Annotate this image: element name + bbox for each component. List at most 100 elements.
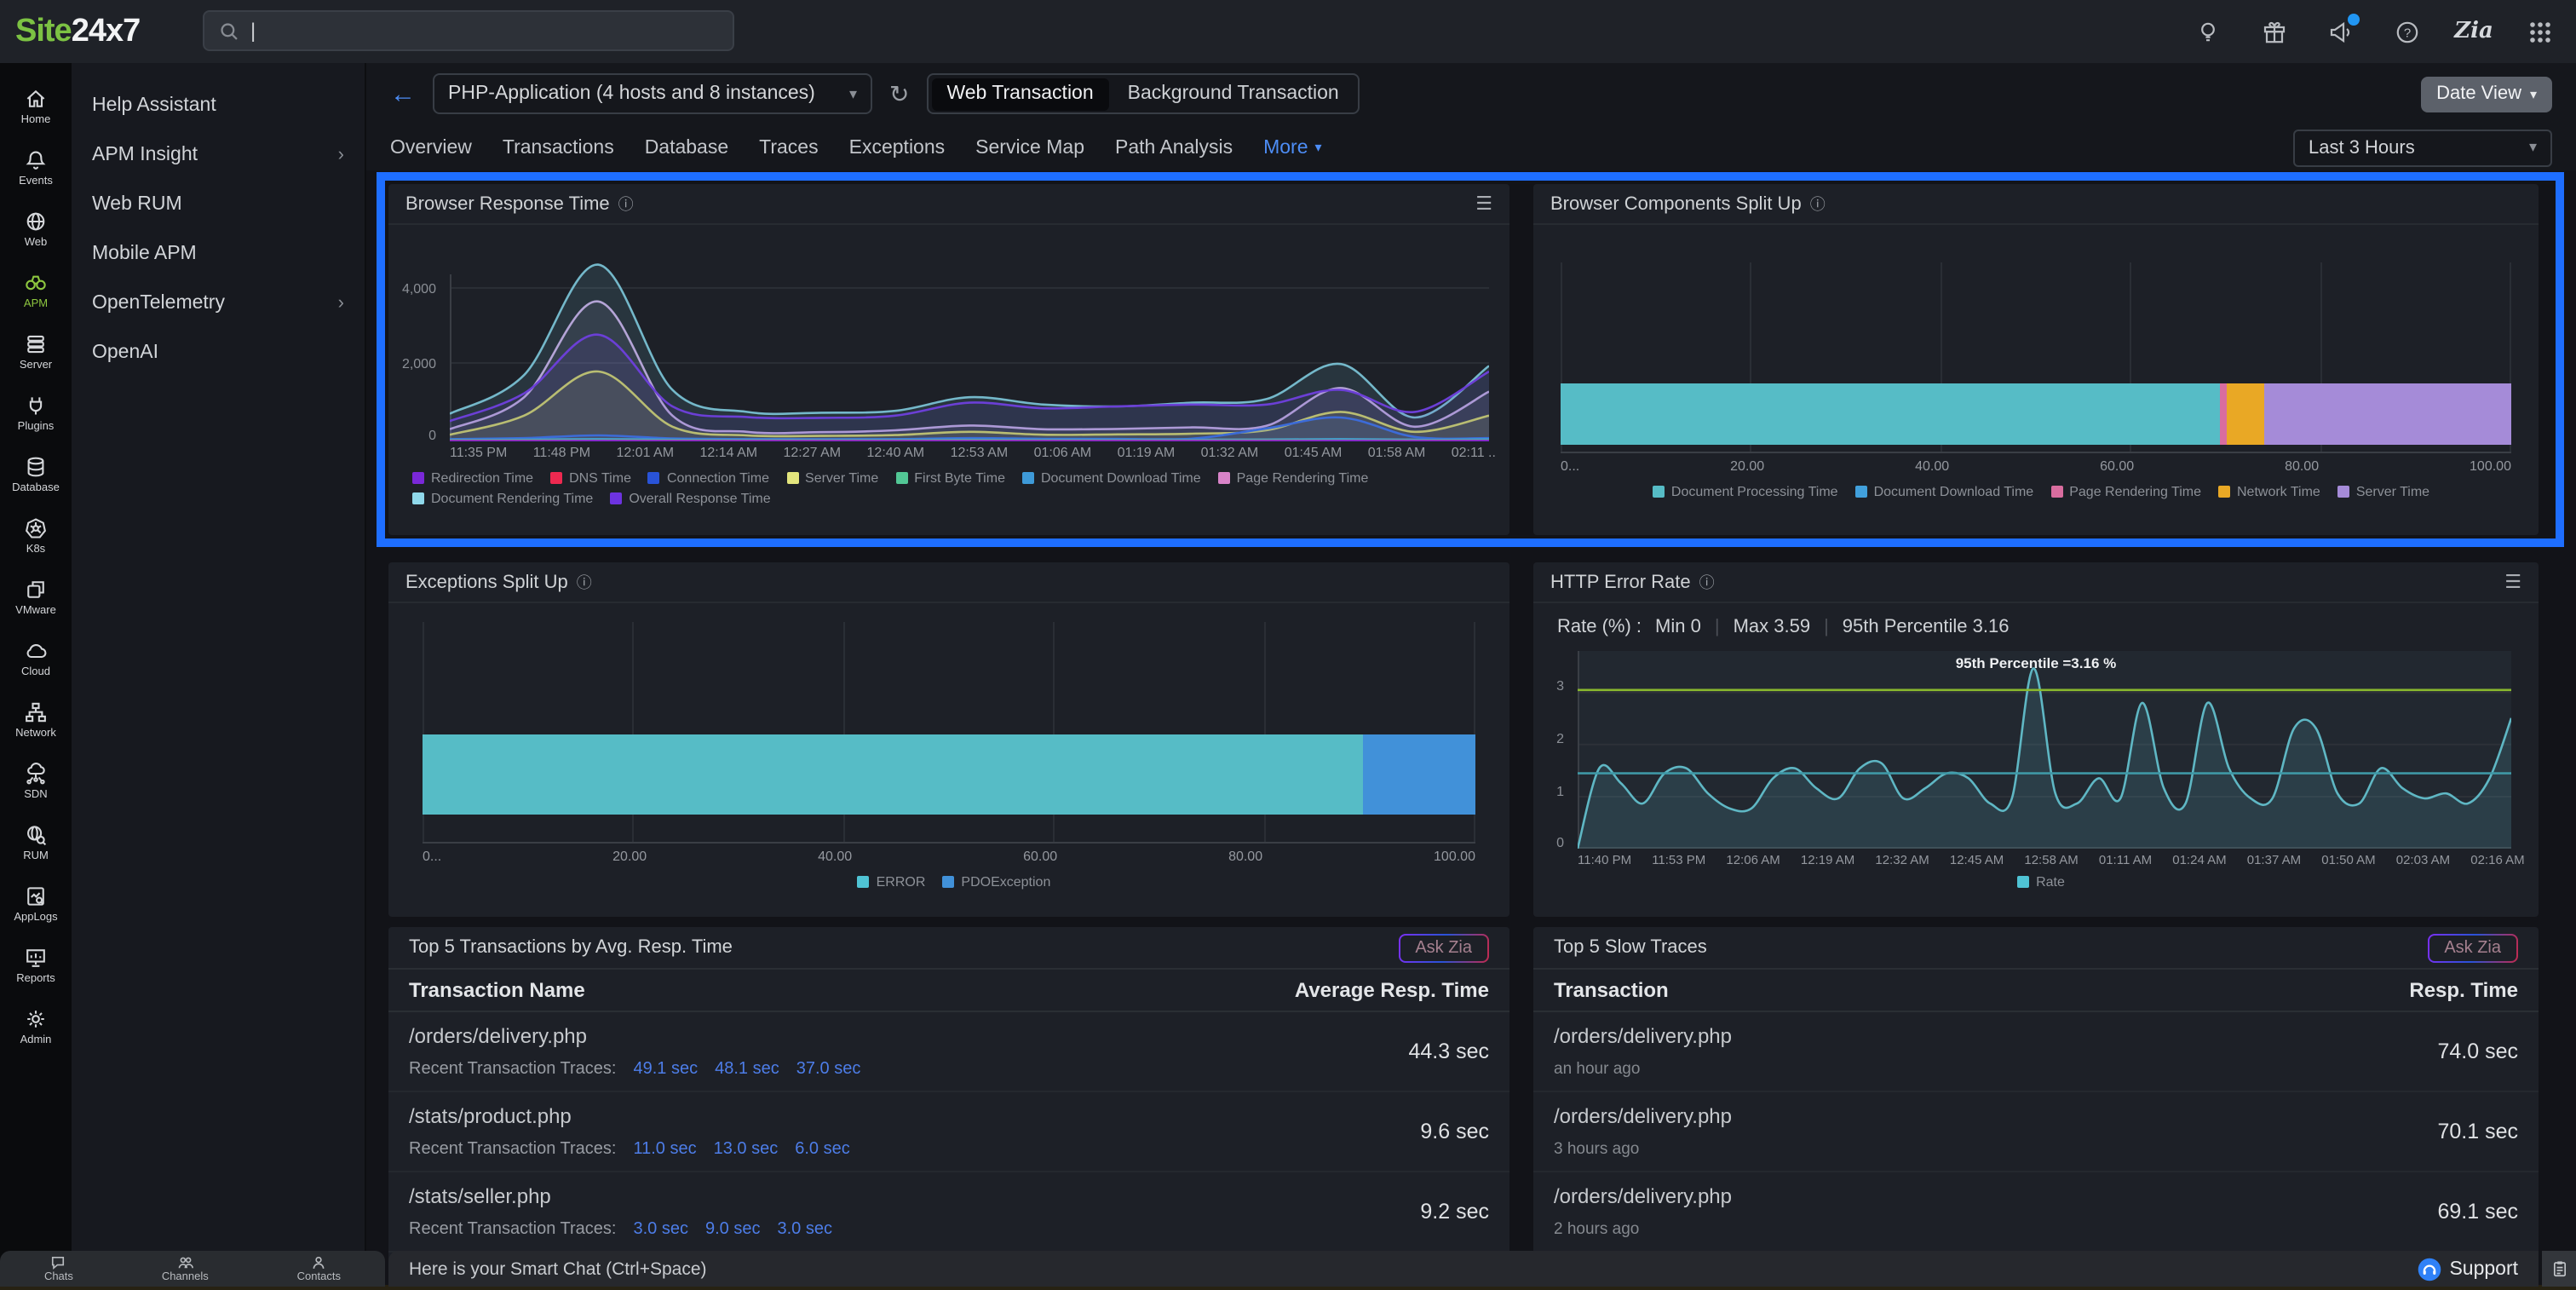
browser-response-time-chart[interactable] (450, 251, 1489, 441)
legend-item[interactable]: DNS Time (550, 470, 631, 486)
exceptions-bar[interactable] (423, 734, 1475, 815)
submenu-item-help-assistant[interactable]: Help Assistant (72, 80, 365, 130)
table-row[interactable]: /orders/delivery.php 2 hours ago 69.1 se… (1533, 1172, 2539, 1253)
browser-components-bar[interactable] (1561, 383, 2511, 445)
sidebar-item-k8s[interactable]: K8s (0, 504, 72, 566)
date-view-button[interactable]: Date View ▾ (2421, 76, 2552, 112)
bar-segment[interactable] (423, 734, 1363, 815)
sidebar-item-rum[interactable]: RUM (0, 811, 72, 872)
submenu-item-mobile-apm[interactable]: Mobile APM (72, 228, 365, 278)
sidebar-item-network[interactable]: Network (0, 688, 72, 750)
trace-link[interactable]: 6.0 sec (795, 1140, 850, 1159)
trace-link[interactable]: 9.0 sec (705, 1220, 761, 1239)
table-row[interactable]: /stats/product.php Recent Transaction Tr… (388, 1092, 1509, 1172)
sidebar-item-vmware[interactable]: VMware (0, 566, 72, 627)
back-button[interactable]: ← (390, 79, 416, 108)
chart-menu-icon[interactable]: ☰ (1475, 193, 1492, 215)
bar-segment[interactable] (2264, 383, 2511, 445)
trace-link[interactable]: 13.0 sec (714, 1140, 779, 1159)
tab-overview[interactable]: Overview (390, 137, 472, 158)
legend-item[interactable]: Document Processing Time (1653, 484, 1838, 499)
legend-item[interactable]: Document Rendering Time (412, 491, 593, 506)
tab-service-map[interactable]: Service Map (975, 137, 1084, 158)
submenu-item-openai[interactable]: OpenAI (72, 327, 365, 377)
trace-link[interactable]: 37.0 sec (796, 1060, 861, 1079)
contacts-button[interactable]: Contacts (297, 1254, 341, 1283)
trace-link[interactable]: 48.1 sec (715, 1060, 779, 1079)
trace-link[interactable]: 3.0 sec (777, 1220, 832, 1239)
ask-zia-button[interactable]: Ask Zia (2427, 933, 2518, 962)
legend-item[interactable]: Connection Time (648, 470, 769, 486)
bulb-icon[interactable] (2193, 16, 2223, 47)
legend-item[interactable]: Network Time (2218, 484, 2320, 499)
smart-chat-bar[interactable]: Here is your Smart Chat (Ctrl+Space) Sup… (388, 1251, 2539, 1287)
chats-button[interactable]: Chats (44, 1254, 73, 1283)
tab-background-transaction[interactable]: Background Transaction (1113, 78, 1354, 110)
support-button[interactable]: Support (2417, 1257, 2518, 1281)
sidebar-item-events[interactable]: Events (0, 136, 72, 198)
chart-menu-icon[interactable]: ☰ (2504, 571, 2521, 593)
legend-item[interactable]: PDOException (942, 874, 1050, 890)
application-selector[interactable]: PHP-Application (4 hosts and 8 instances… (433, 73, 872, 114)
clipboard-widget[interactable] (2542, 1251, 2576, 1287)
apps-grid-icon[interactable] (2525, 16, 2556, 47)
sidebar-item-cloud[interactable]: Cloud (0, 627, 72, 688)
sidebar-item-home[interactable]: Home (0, 75, 72, 136)
submenu-item-web-rum[interactable]: Web RUM (72, 179, 365, 228)
tab-more[interactable]: More ▾ (1263, 137, 1321, 158)
tab-web-transaction[interactable]: Web Transaction (931, 78, 1108, 110)
global-search-input[interactable]: | (203, 10, 734, 51)
legend-item[interactable]: Page Rendering Time (1218, 470, 1369, 486)
zia-icon[interactable]: Zia (2458, 16, 2489, 47)
info-icon[interactable]: ⓘ (1810, 193, 1826, 215)
sidebar-item-applogs[interactable]: AppLogs (0, 872, 72, 934)
sidebar-item-reports[interactable]: Reports (0, 934, 72, 995)
tab-database[interactable]: Database (645, 137, 728, 158)
bar-segment[interactable] (2227, 383, 2264, 445)
info-icon[interactable]: ⓘ (577, 571, 592, 593)
tab-traces[interactable]: Traces (759, 137, 818, 158)
tab-path-analysis[interactable]: Path Analysis (1115, 137, 1233, 158)
http-error-rate-chart[interactable] (1578, 651, 2511, 849)
sidebar-item-sdn[interactable]: SDN (0, 750, 72, 811)
trace-link[interactable]: 3.0 sec (633, 1220, 688, 1239)
sidebar-item-plugins[interactable]: Plugins (0, 382, 72, 443)
megaphone-icon[interactable] (2326, 16, 2356, 47)
bar-segment[interactable] (2219, 383, 2227, 445)
refresh-button[interactable]: ↻ (889, 79, 909, 108)
info-icon[interactable]: ⓘ (618, 193, 634, 215)
table-row[interactable]: /orders/delivery.php an hour ago 74.0 se… (1533, 1012, 2539, 1092)
submenu-item-opentelemetry[interactable]: OpenTelemetry› (72, 278, 365, 327)
legend-item[interactable]: First Byte Time (895, 470, 1005, 486)
table-row[interactable]: /stats/seller.php Recent Transaction Tra… (388, 1172, 1509, 1253)
table-row[interactable]: /orders/delivery.php Recent Transaction … (388, 1012, 1509, 1092)
sidebar-item-web[interactable]: Web (0, 198, 72, 259)
sidebar-item-admin[interactable]: Admin (0, 995, 72, 1057)
gift-icon[interactable] (2259, 16, 2290, 47)
help-icon[interactable]: ? (2392, 16, 2423, 47)
legend-item[interactable]: Server Time (2337, 484, 2429, 499)
legend-item[interactable]: Document Download Time (1022, 470, 1201, 486)
trace-link[interactable]: 49.1 sec (633, 1060, 698, 1079)
time-range-selector[interactable]: Last 3 Hours ▾ (2293, 129, 2552, 166)
ask-zia-button[interactable]: Ask Zia (1398, 933, 1489, 962)
legend-item[interactable]: Document Download Time (1855, 484, 2034, 499)
legend-item[interactable]: ERROR (858, 874, 926, 890)
channels-button[interactable]: Channels (162, 1254, 209, 1283)
legend-item[interactable]: Server Time (786, 470, 878, 486)
sidebar-item-database[interactable]: Database (0, 443, 72, 504)
info-icon[interactable]: ⓘ (1699, 571, 1715, 593)
submenu-item-apm-insight[interactable]: APM Insight› (72, 130, 365, 179)
sidebar-item-apm[interactable]: APM (0, 259, 72, 320)
trace-link[interactable]: 11.0 sec (633, 1140, 696, 1159)
tab-transactions[interactable]: Transactions (503, 137, 614, 158)
sidebar-item-server[interactable]: Server (0, 320, 72, 382)
bar-segment[interactable] (1561, 383, 2219, 445)
legend-item[interactable]: Overall Response Time (610, 491, 770, 506)
table-row[interactable]: /orders/delivery.php 3 hours ago 70.1 se… (1533, 1092, 2539, 1172)
tab-exceptions[interactable]: Exceptions (849, 137, 946, 158)
legend-item[interactable]: Redirection Time (412, 470, 533, 486)
bar-segment[interactable] (1363, 734, 1475, 815)
legend-item[interactable]: Rate (2017, 874, 2065, 890)
legend-item[interactable]: Page Rendering Time (2050, 484, 2201, 499)
